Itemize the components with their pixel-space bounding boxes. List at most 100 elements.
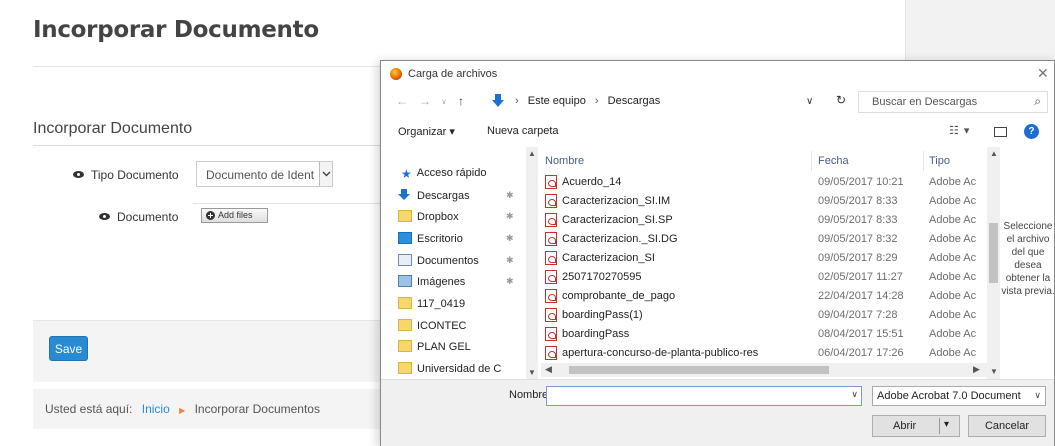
column-header-date[interactable]: Fecha <box>818 155 849 167</box>
pdf-file-icon <box>545 251 557 265</box>
documents-icon <box>398 254 412 266</box>
pdf-file-icon <box>545 213 557 227</box>
path-separator-icon: › <box>594 95 599 107</box>
path-segment[interactable]: Este equipo <box>528 95 586 107</box>
up-arrow-icon[interactable]: ↑ <box>458 94 464 108</box>
file-name: boardingPass(1) <box>562 309 643 321</box>
path-breadcrumb[interactable]: › Este equipo › Descargas <box>487 91 844 113</box>
file-row[interactable]: apertura-concurso-de-planta-publico-res … <box>541 344 987 363</box>
split-divider <box>939 418 940 434</box>
caret-down-icon[interactable]: ▾ <box>944 419 949 430</box>
file-type: Adobe Ac <box>929 252 977 264</box>
navigation-scrollbar[interactable]: ▲ ▼ <box>526 147 538 381</box>
file-row[interactable]: Acuerdo_14 09/05/2017 10:21 Adobe Ac <box>541 173 987 192</box>
folder-icon <box>398 362 412 374</box>
forward-arrow-icon[interactable]: → <box>419 94 431 108</box>
file-row[interactable]: Caracterizacion_SI.IM 09/05/2017 8:33 Ad… <box>541 192 987 211</box>
back-arrow-icon[interactable]: ← <box>396 94 408 108</box>
file-date: 02/05/2017 11:27 <box>818 271 903 283</box>
pin-icon[interactable]: ✱ <box>506 190 514 201</box>
nav-item-label: Acceso rápido <box>416 167 487 179</box>
save-button[interactable]: Save <box>49 336 88 361</box>
scrollbar-thumb[interactable] <box>989 223 998 283</box>
address-dropdown-icon[interactable]: ∨ <box>806 96 813 107</box>
file-row[interactable]: Caracterizacion_SI.SP 09/05/2017 8:33 Ad… <box>541 211 987 230</box>
file-row[interactable]: 2507170270595 02/05/2017 11:27 Adobe Ac <box>541 268 987 287</box>
folder-icon <box>398 297 412 309</box>
new-folder-button[interactable]: Nueva carpeta <box>487 125 559 137</box>
file-date: 09/05/2017 8:33 <box>818 214 898 226</box>
preview-pane-icon[interactable] <box>994 127 1007 137</box>
preview-message: Seleccione el archivo del que desea obte… <box>1001 221 1055 297</box>
column-divider[interactable] <box>923 151 924 171</box>
scroll-up-icon[interactable]: ▲ <box>528 149 536 158</box>
file-name: Caracterizacion._SI.DG <box>562 233 678 245</box>
nav-item-quick-access[interactable]: ★ Acceso rápido <box>401 167 486 187</box>
chevron-down-icon[interactable] <box>319 162 332 186</box>
nav-item-downloads[interactable]: Descargas ✱ <box>398 189 514 209</box>
nav-item-dropbox[interactable]: Dropbox ✱ <box>398 210 514 230</box>
pin-icon[interactable]: ✱ <box>506 211 514 222</box>
file-type: Adobe Ac <box>929 176 977 188</box>
scroll-up-icon[interactable]: ▲ <box>990 149 998 158</box>
pin-icon[interactable]: ✱ <box>506 233 514 244</box>
tipo-documento-select[interactable]: Documento de Ident <box>196 161 333 187</box>
section-title: Incorporar Documento <box>33 120 193 137</box>
file-type: Adobe Ac <box>929 271 977 283</box>
add-files-button[interactable]: Add files <box>201 208 268 223</box>
column-header-name[interactable]: Nombre <box>545 155 584 167</box>
path-segment[interactable]: Descargas <box>608 95 661 107</box>
nav-item-label: Universidad de C <box>417 363 502 375</box>
pin-icon[interactable]: ✱ <box>506 255 514 266</box>
view-options-icon[interactable]: ☷ ▾ <box>949 124 970 137</box>
file-row[interactable]: Caracterizacion._SI.DG 09/05/2017 8:32 A… <box>541 230 987 249</box>
refresh-icon[interactable]: ↻ <box>836 93 846 107</box>
file-name: apertura-concurso-de-planta-publico-res <box>562 347 759 359</box>
nav-item-folder-plan-gel[interactable]: PLAN GEL <box>398 340 471 360</box>
close-icon[interactable]: ✕ <box>1037 65 1049 82</box>
recent-locations-icon[interactable]: ∨ <box>441 97 447 106</box>
dialog-toolbar: Organizar ▾ Nueva carpeta ☷ ▾ ? <box>381 119 1054 145</box>
file-type-select[interactable]: Adobe Acrobat 7.0 Document ∨ <box>872 386 1046 406</box>
file-date: 08/04/2017 15:51 <box>818 328 904 340</box>
column-header-type[interactable]: Tipo <box>929 155 950 167</box>
file-row[interactable]: boardingPass 08/04/2017 15:51 Adobe Ac <box>541 325 987 344</box>
scroll-down-icon[interactable]: ▼ <box>990 367 998 376</box>
organize-menu[interactable]: Organizar ▾ <box>398 125 455 138</box>
nav-item-folder-117-0419[interactable]: 117_0419 <box>398 297 465 317</box>
file-row[interactable]: comprobante_de_pago 22/04/2017 14:28 Ado… <box>541 287 987 306</box>
tipo-documento-label: Tipo Documento <box>91 168 179 182</box>
help-icon[interactable]: ? <box>1024 124 1039 139</box>
star-icon: ★ <box>401 167 412 181</box>
column-divider[interactable] <box>811 151 812 171</box>
file-name: Acuerdo_14 <box>562 176 622 188</box>
open-button[interactable]: Abrir ▾ <box>872 415 960 437</box>
nav-item-documents[interactable]: Documentos ✱ <box>398 254 514 274</box>
file-name: comprobante_de_pago <box>562 290 676 302</box>
breadcrumb: Usted está aquí: Inicio ▶ Incorporar Doc… <box>33 389 383 429</box>
filename-input[interactable]: ∨ <box>546 386 862 406</box>
dialog-bottom-bar: Nombre: ∨ Adobe Acrobat 7.0 Document ∨ A… <box>381 379 1054 446</box>
file-date: 09/05/2017 8:32 <box>818 233 898 245</box>
search-input[interactable]: Buscar en Descargas ⌕ <box>858 91 1048 113</box>
scroll-down-icon[interactable]: ▼ <box>528 368 536 377</box>
horizontal-scrollbar[interactable]: ◀ ▶ <box>541 363 987 377</box>
nav-item-desktop[interactable]: Escritorio ✱ <box>398 232 514 252</box>
file-row[interactable]: Caracterizacion_SI 09/05/2017 8:29 Adobe… <box>541 249 987 268</box>
file-date: 22/04/2017 14:28 <box>818 290 904 302</box>
file-row[interactable]: boardingPass(1) 09/04/2017 7:28 Adobe Ac <box>541 306 987 325</box>
chevron-down-icon[interactable]: ∨ <box>851 389 858 400</box>
file-list-scrollbar[interactable]: ▲ ▼ <box>987 147 1000 379</box>
scrollbar-thumb[interactable] <box>569 366 829 374</box>
scroll-right-icon[interactable]: ▶ <box>973 364 980 375</box>
folder-icon <box>398 319 412 331</box>
open-button-label: Abrir <box>893 420 917 432</box>
scroll-left-icon[interactable]: ◀ <box>545 364 552 375</box>
breadcrumb-home-link[interactable]: Inicio <box>142 402 170 416</box>
nav-item-folder-icontec[interactable]: ICONTEC <box>398 319 467 339</box>
pdf-file-icon <box>545 194 557 208</box>
pin-icon[interactable]: ✱ <box>506 276 514 287</box>
cancel-button[interactable]: Cancelar <box>968 415 1046 437</box>
page-title: Incorporar Documento <box>33 17 319 43</box>
nav-item-images[interactable]: Imágenes ✱ <box>398 275 514 295</box>
